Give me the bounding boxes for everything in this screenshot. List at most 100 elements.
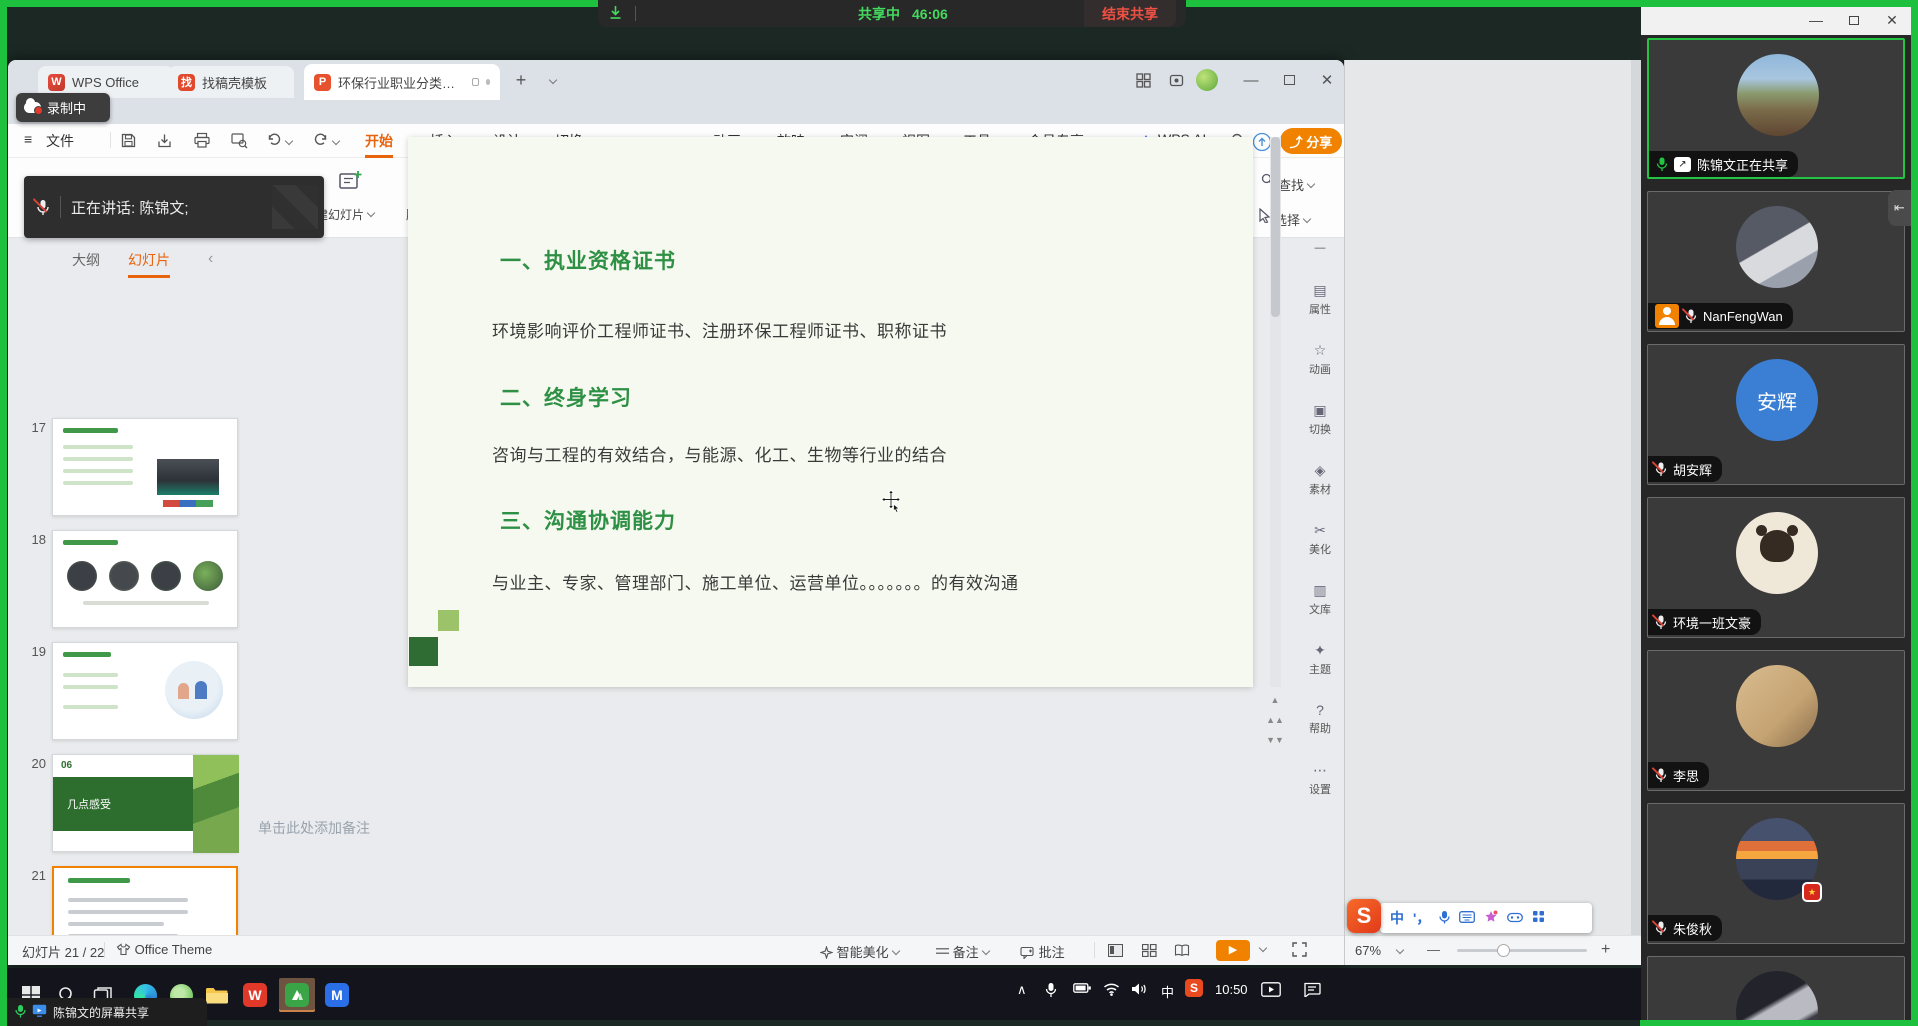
rail-settings[interactable]: ⋯设置 (1296, 762, 1344, 797)
rail-theme[interactable]: ✦主题 (1296, 642, 1344, 677)
rail-help[interactable]: ?帮助 (1296, 702, 1344, 736)
account-avatar[interactable] (1194, 68, 1220, 92)
menu-home[interactable]: 开始 (365, 131, 393, 158)
wps-office-app-icon[interactable]: W (237, 978, 273, 1012)
sogou-logo-icon[interactable]: S (1347, 899, 1381, 933)
rail-properties[interactable]: ▤属性 (1296, 282, 1344, 317)
redo-icon[interactable] (313, 132, 339, 150)
wps-presentation-app-icon[interactable] (279, 978, 315, 1012)
export-icon[interactable] (156, 132, 173, 152)
rail-transition[interactable]: ▣切换 (1296, 402, 1344, 437)
collapse-panel-icon[interactable]: ‹ (208, 250, 213, 268)
ime-punctuation-button[interactable]: '， (1413, 908, 1430, 928)
panel-maximize-button[interactable] (1839, 12, 1869, 28)
participant-tile[interactable]: ★ 朱俊秋 (1647, 803, 1905, 944)
undo-icon[interactable] (266, 132, 292, 150)
rail-beautify[interactable]: ✂美化 (1296, 522, 1344, 557)
close-button[interactable]: ✕ (1314, 68, 1340, 92)
tray-ime-mode[interactable]: 中 (1161, 982, 1174, 1001)
workspace-icon[interactable] (1163, 68, 1189, 92)
tray-battery-icon[interactable] (1073, 982, 1092, 997)
play-options-caret[interactable] (1256, 942, 1266, 957)
rail-collapse-icon[interactable]: — (1296, 242, 1344, 254)
ime-mode-button[interactable]: 中 (1390, 908, 1404, 928)
ime-skin-icon[interactable] (1484, 910, 1498, 926)
ime-game-icon[interactable] (1507, 910, 1523, 926)
slide-thumbnail-17[interactable] (52, 418, 238, 516)
scroll-up-button[interactable]: ▲ (1266, 692, 1284, 709)
comments-button[interactable]: 批注 (1020, 942, 1065, 961)
slide-thumbnail-19[interactable] (52, 642, 238, 740)
ime-voice-icon[interactable] (1439, 910, 1450, 927)
participant-tile[interactable]: 环境一班文豪 (1647, 497, 1905, 638)
new-slide-icon[interactable] (338, 168, 364, 197)
tray-wifi-icon[interactable] (1103, 982, 1120, 999)
tab-presentation[interactable]: P 环保行业职业分类与介绍-增加 (304, 64, 500, 100)
tab-docer-template[interactable]: 找 找稿壳模板 (168, 66, 294, 98)
tray-mic-icon[interactable] (1045, 982, 1057, 1001)
apps-grid-icon[interactable] (1130, 68, 1156, 92)
new-tab-button[interactable]: + (508, 68, 534, 92)
tray-video-popup-icon[interactable] (1261, 982, 1281, 1000)
notification-center-icon[interactable] (1303, 982, 1321, 1000)
play-slideshow-button[interactable]: ▶ (1216, 940, 1250, 961)
tab-label: 找稿壳模板 (202, 73, 267, 92)
smart-beautify-button[interactable]: 智能美化 (820, 942, 899, 961)
fullscreen-icon[interactable] (1292, 942, 1307, 960)
previous-slide-button[interactable]: ▲▲ (1266, 712, 1284, 729)
theme-button[interactable]: Office Theme (116, 942, 212, 957)
share-button[interactable]: ⤴ 分享 (1280, 128, 1342, 154)
zoom-out-button[interactable]: — (1427, 942, 1440, 957)
panel-close-button[interactable]: ✕ (1877, 12, 1907, 29)
tab-list-button[interactable] (538, 68, 564, 92)
tray-clock[interactable]: 10:50 (1215, 982, 1248, 997)
zoom-in-button[interactable]: + (1601, 941, 1610, 959)
tab-slides[interactable]: 幻灯片 (128, 250, 170, 278)
file-menu[interactable]: 文件 (46, 131, 74, 151)
ime-toolbox-icon[interactable] (1532, 910, 1545, 926)
zoom-slider-knob[interactable] (1497, 944, 1510, 957)
participant-tile[interactable]: ↗ 陈锦文正在共享 (1647, 38, 1905, 179)
slide-canvas[interactable]: 一、执业资格证书 环境影响评价工程师证书、注册环保工程师证书、职称证书 二、终身… (408, 137, 1253, 687)
find-button[interactable]: 查找 (1278, 175, 1314, 194)
tray-expand-icon[interactable]: ∧ (1017, 982, 1027, 998)
hamburger-icon[interactable]: ≡ (24, 131, 32, 147)
slide-sorter-icon[interactable] (1142, 944, 1157, 957)
participant-tile[interactable]: NanFengWan (1647, 191, 1905, 332)
print-preview-icon[interactable] (230, 132, 248, 152)
tray-sogou-icon[interactable]: S (1185, 979, 1203, 997)
slide-thumbnail-20[interactable]: 06 几点感受 (52, 754, 238, 852)
participant-tile[interactable] (1647, 956, 1905, 1026)
upload-cloud-icon[interactable] (1252, 132, 1272, 155)
scrollbar-thumb[interactable] (1271, 137, 1280, 317)
slide-thumbnail-18[interactable] (52, 530, 238, 628)
rail-animation[interactable]: ☆动画 (1296, 342, 1344, 377)
background-scrollbar[interactable] (1631, 60, 1641, 935)
next-slide-button[interactable]: ▼▼ (1266, 732, 1284, 749)
save-icon[interactable] (120, 132, 137, 152)
transition-icon: ▣ (1296, 402, 1344, 419)
participant-tile[interactable]: 安辉 胡安辉 (1647, 344, 1905, 485)
panel-title-bar: — ✕ (1641, 7, 1911, 35)
zoom-level[interactable]: 67% (1355, 943, 1381, 958)
rail-library[interactable]: ▥文库 (1296, 582, 1344, 617)
notes-placeholder[interactable]: 单击此处添加备注 (258, 818, 370, 838)
rail-assets[interactable]: ◈素材 (1296, 462, 1344, 497)
participant-tile[interactable]: 李思 (1647, 650, 1905, 791)
zoom-caret[interactable] (1393, 944, 1403, 959)
tab-outline[interactable]: 大纲 (72, 250, 100, 270)
download-icon[interactable] (608, 5, 623, 23)
speaker-notes-button[interactable]: 备注 (936, 942, 989, 961)
ime-keyboard-icon[interactable] (1459, 910, 1475, 926)
tray-volume-icon[interactable] (1131, 982, 1148, 999)
panel-minimize-button[interactable]: — (1801, 12, 1831, 28)
maximize-button[interactable] (1276, 68, 1302, 92)
print-icon[interactable] (193, 132, 211, 152)
collapse-panel-button[interactable]: ⇤ (1888, 190, 1911, 226)
reading-view-icon[interactable] (1174, 944, 1189, 957)
zoom-slider[interactable] (1457, 949, 1587, 952)
normal-view-icon[interactable] (1108, 944, 1123, 957)
minimize-button[interactable]: — (1238, 68, 1264, 92)
stop-share-button[interactable]: 结束共享 (1084, 0, 1176, 27)
meeting-app-icon[interactable]: M (319, 978, 355, 1012)
